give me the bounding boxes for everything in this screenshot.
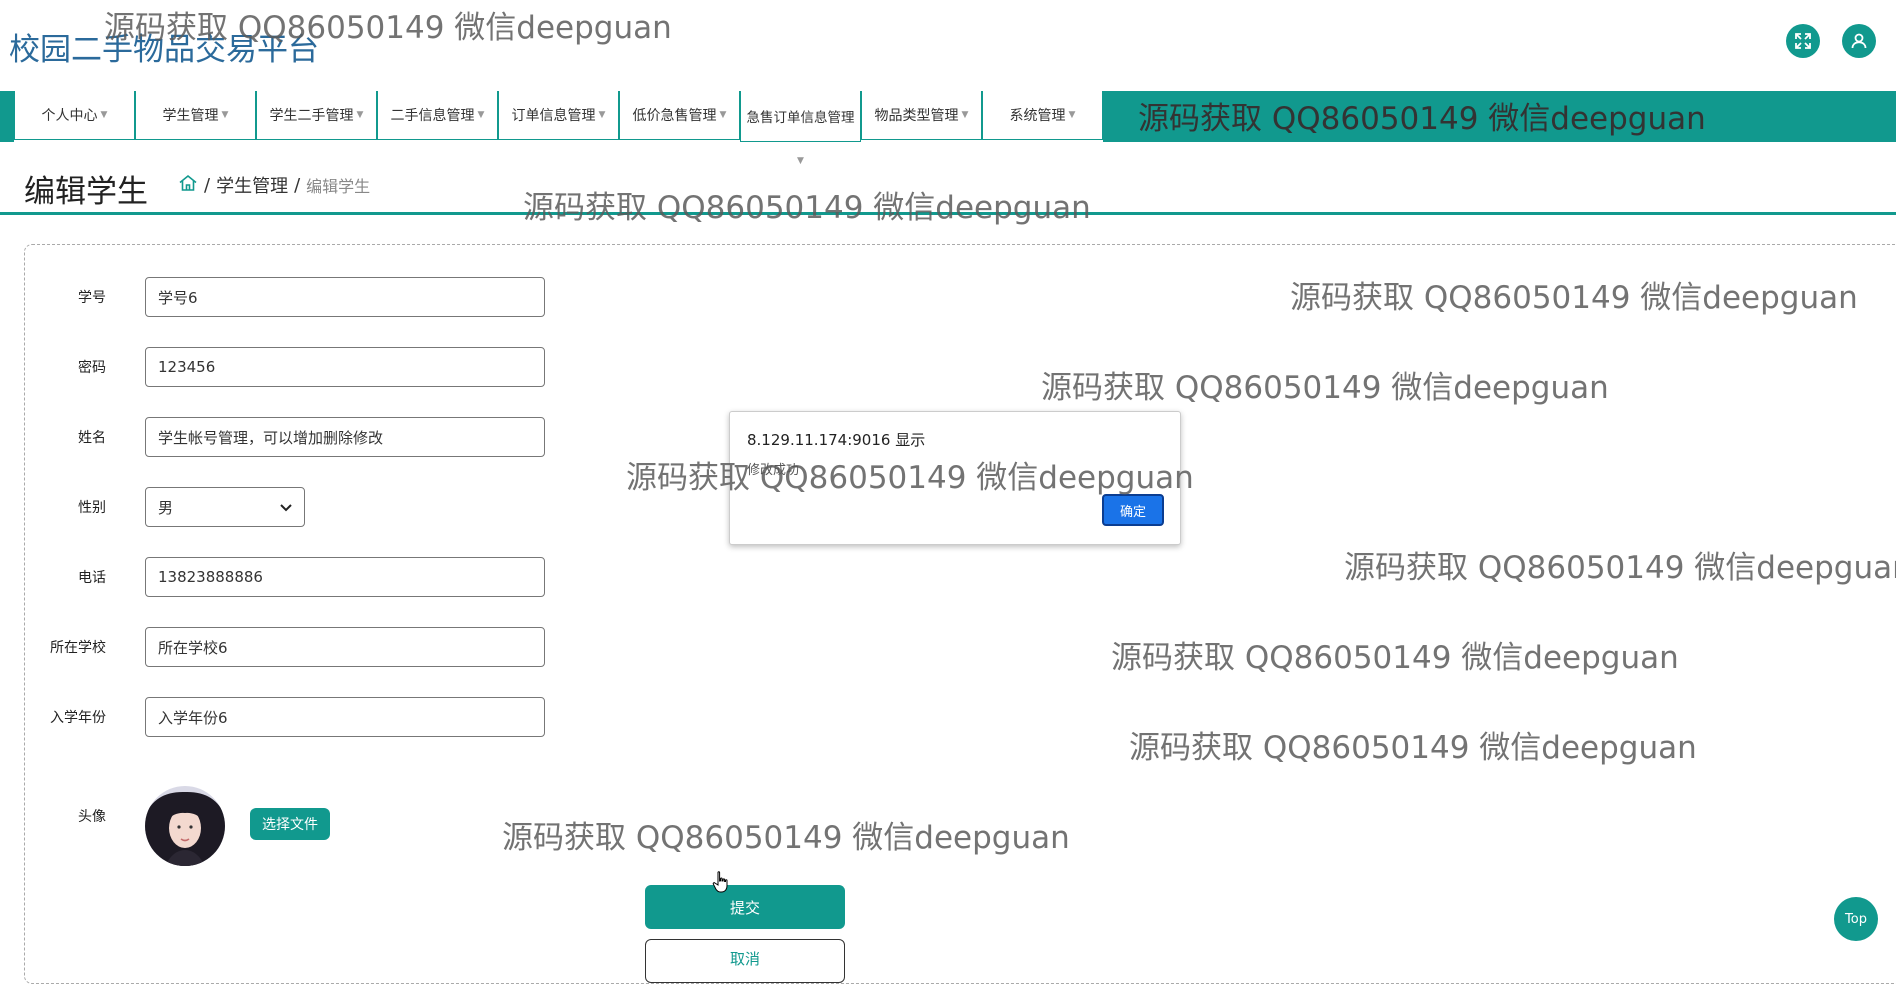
watermark: 源码获取 QQ86050149 微信deepguan bbox=[502, 820, 1070, 856]
name-label: 姓名 bbox=[78, 430, 106, 446]
nav-item-item-type[interactable]: 物品类型管理 ▼ bbox=[861, 91, 982, 140]
phone-label: 电话 bbox=[78, 570, 106, 586]
watermark: 源码获取 QQ86050149 微信deepguan bbox=[1041, 370, 1609, 406]
watermark: 源码获取 QQ86050149 微信deepguan bbox=[1111, 640, 1679, 676]
breadcrumb-section[interactable]: 学生管理 bbox=[216, 172, 288, 198]
avatar-label: 头像 bbox=[78, 809, 106, 825]
caret-down-icon: ▼ bbox=[356, 110, 364, 120]
caret-down-icon: ▼ bbox=[719, 110, 727, 120]
caret-down-icon: ▼ bbox=[598, 110, 606, 120]
nav-item-system-management[interactable]: 系统管理 ▼ bbox=[982, 91, 1103, 140]
name-input[interactable] bbox=[145, 417, 545, 457]
caret-down-icon: ▼ bbox=[1068, 110, 1076, 120]
student-id-label: 学号 bbox=[78, 290, 106, 306]
student-id-input[interactable] bbox=[145, 277, 545, 317]
caret-down-icon: ▼ bbox=[100, 110, 108, 120]
choose-file-button[interactable]: 选择文件 bbox=[250, 808, 330, 840]
nav-item-student-management[interactable]: 学生管理 ▼ bbox=[135, 91, 256, 140]
cancel-button[interactable]: 取消 bbox=[645, 939, 845, 983]
watermark: 源码获取 QQ86050149 微信deepguan bbox=[104, 10, 672, 46]
caret-down-icon: ▼ bbox=[477, 110, 485, 120]
breadcrumb-separator: / bbox=[204, 174, 211, 196]
chevron-down-icon bbox=[280, 498, 292, 516]
nav-item-label: 订单信息管理 bbox=[511, 108, 596, 124]
watermark: 源码获取 QQ86050149 微信deepguan bbox=[626, 460, 1194, 496]
password-label: 密码 bbox=[78, 360, 106, 376]
caret-down-icon: ▼ bbox=[797, 156, 804, 166]
main-navbar: 个人中心 ▼ 学生管理 ▼ 学生二手管理 ▼ 二手信息管理 ▼ 订单信息管理 ▼ 低价急售… bbox=[0, 91, 1896, 142]
dialog-title: 8.129.11.174:9016 显示 bbox=[747, 431, 926, 449]
breadcrumb-current: 编辑学生 bbox=[306, 177, 371, 196]
nav-item-personal-center[interactable]: 个人中心 ▼ bbox=[14, 91, 135, 140]
home-icon[interactable] bbox=[178, 173, 198, 198]
nav-item-low-price-sale[interactable]: 低价急售管理 ▼ bbox=[619, 91, 740, 140]
fullscreen-icon[interactable] bbox=[1786, 24, 1820, 58]
dialog-ok-button[interactable]: 确定 bbox=[1102, 494, 1164, 526]
nav-item-student-secondhand[interactable]: 学生二手管理 ▼ bbox=[256, 91, 377, 140]
nav-item-secondhand-info[interactable]: 二手信息管理 ▼ bbox=[377, 91, 498, 140]
nav-item-label: 个人中心 bbox=[41, 108, 98, 124]
back-to-top-button[interactable]: Top bbox=[1834, 897, 1878, 941]
nav-item-label: 急售订单信息管理 bbox=[746, 110, 855, 126]
nav-item-label: 学生二手管理 bbox=[269, 108, 354, 124]
page-title: 编辑学生 bbox=[24, 174, 148, 210]
nav-item-order-info[interactable]: 订单信息管理 ▼ bbox=[498, 91, 619, 140]
breadcrumb-separator: / bbox=[294, 174, 301, 196]
watermark: 源码获取 QQ86050149 微信deepguan bbox=[1344, 550, 1896, 586]
watermark: 源码获取 QQ86050149 微信deepguan bbox=[523, 190, 1091, 226]
nav-item-label: 低价急售管理 bbox=[632, 108, 717, 124]
watermark: 源码获取 QQ86050149 微信deepguan bbox=[1129, 730, 1697, 766]
breadcrumb: / 学生管理 / 编辑学生 bbox=[178, 172, 370, 198]
watermark: 源码获取 QQ86050149 微信deepguan bbox=[1138, 101, 1706, 137]
school-label: 所在学校 bbox=[50, 640, 106, 656]
nav-item-label: 学生管理 bbox=[162, 108, 219, 124]
submit-button[interactable]: 提交 bbox=[645, 885, 845, 929]
nav-item-urgent-order-info[interactable]: 急售订单信息管理 bbox=[740, 91, 861, 142]
nav-item-label: 物品类型管理 bbox=[874, 108, 959, 124]
password-input[interactable] bbox=[145, 347, 545, 387]
caret-down-icon: ▼ bbox=[221, 110, 229, 120]
school-input[interactable] bbox=[145, 627, 545, 667]
hand-cursor-icon bbox=[712, 870, 730, 898]
gender-selected-value: 男 bbox=[158, 498, 174, 517]
enroll-year-input[interactable] bbox=[145, 697, 545, 737]
caret-down-icon: ▼ bbox=[961, 110, 969, 120]
user-icon[interactable] bbox=[1842, 24, 1876, 58]
nav-menu: 个人中心 ▼ 学生管理 ▼ 学生二手管理 ▼ 二手信息管理 ▼ 订单信息管理 ▼ 低价急售… bbox=[14, 91, 1103, 142]
header-actions bbox=[1786, 24, 1876, 58]
nav-item-label: 系统管理 bbox=[1009, 108, 1066, 124]
gender-label: 性别 bbox=[78, 500, 106, 516]
phone-input[interactable] bbox=[145, 557, 545, 597]
watermark: 源码获取 QQ86050149 微信deepguan bbox=[1290, 280, 1858, 316]
avatar bbox=[145, 786, 225, 866]
enroll-year-label: 入学年份 bbox=[50, 710, 106, 726]
nav-item-label: 二手信息管理 bbox=[390, 108, 475, 124]
gender-select[interactable]: 男 bbox=[145, 487, 305, 527]
